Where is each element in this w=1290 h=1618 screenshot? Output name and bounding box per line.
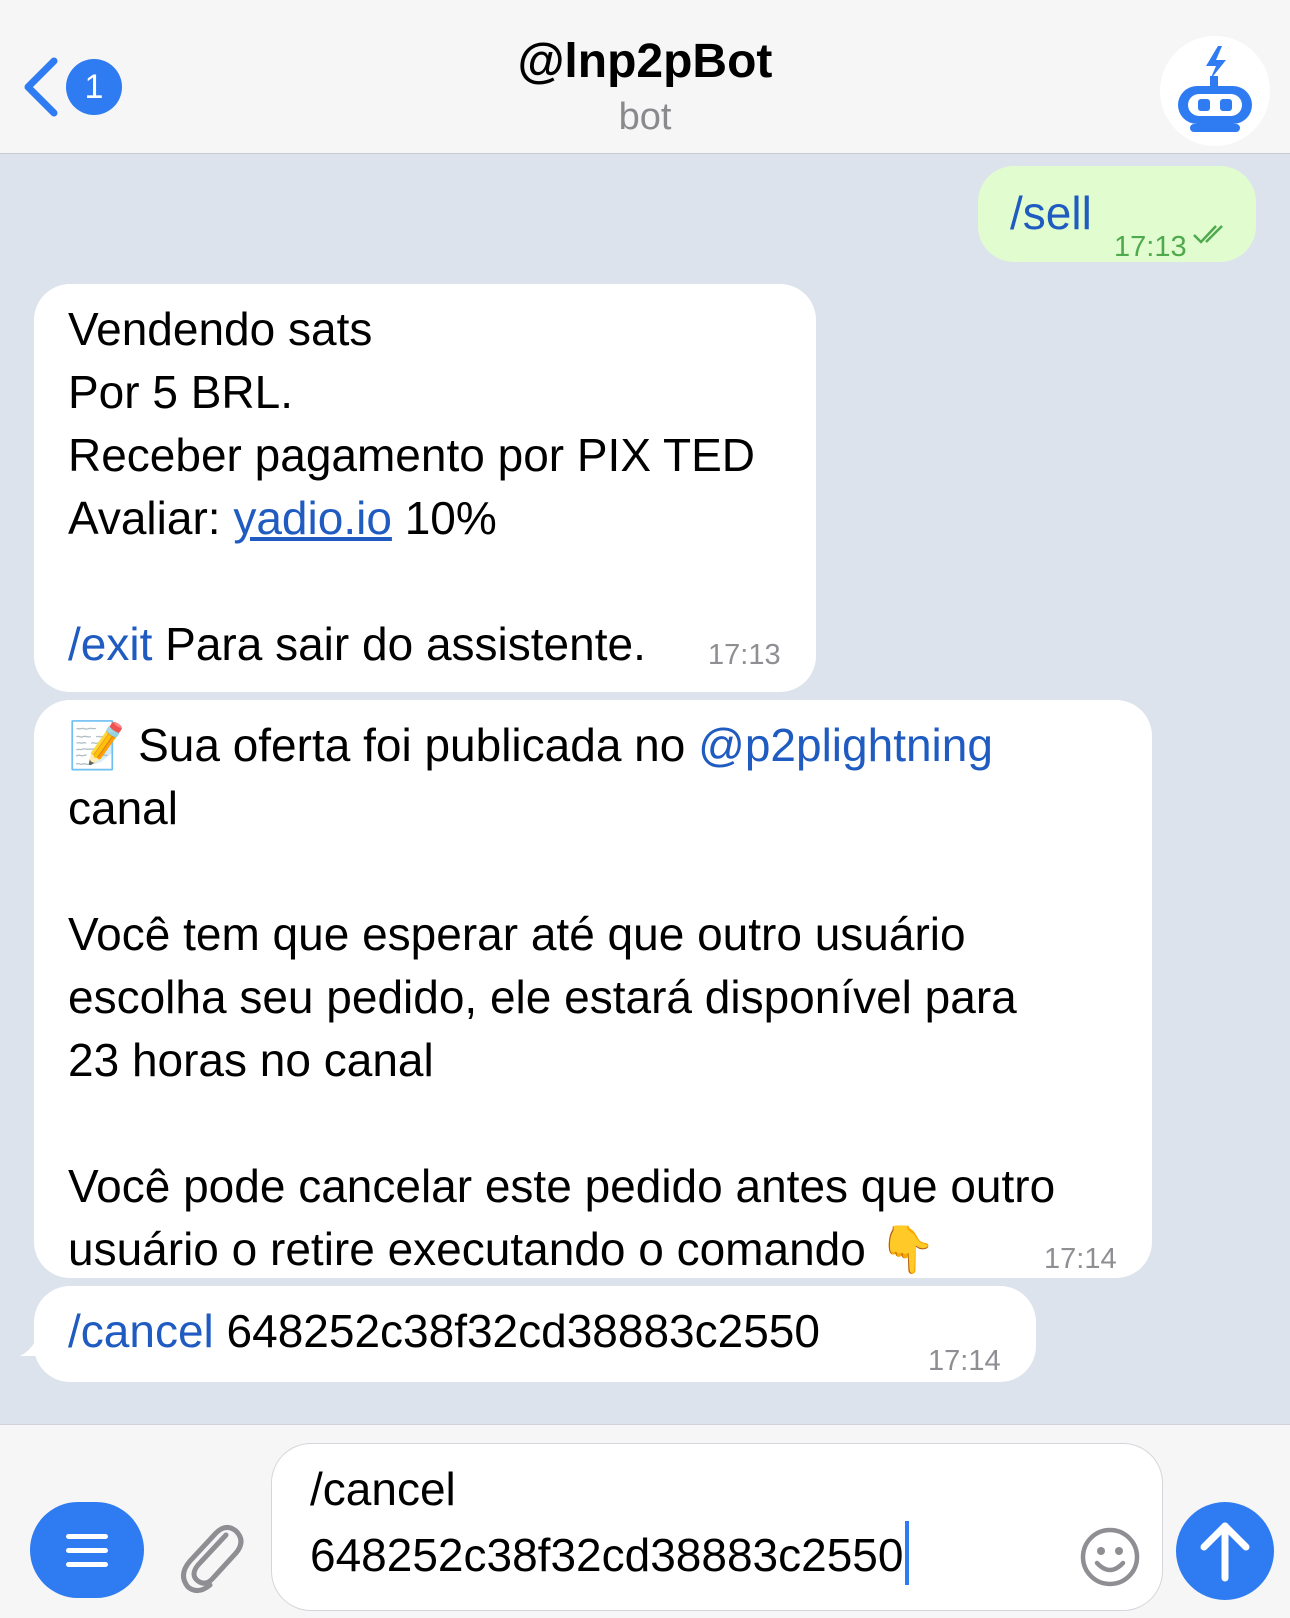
rate-label: Avaliar: <box>68 492 221 544</box>
double-check-icon <box>1193 225 1223 244</box>
cancel-paragraph: Você pode cancelar este pedido antes que… <box>68 1155 1108 1281</box>
channel-mention[interactable]: @p2plightning <box>698 719 993 771</box>
chat-subtitle: bot <box>618 96 672 138</box>
message-line: Avaliar: yadio.io 10% <box>68 487 816 550</box>
incoming-message: Vendendo sats Por 5 BRL. Receber pagamen… <box>34 284 816 692</box>
message-time: 17:14 <box>1044 1243 1117 1275</box>
wait-paragraph: Você tem que esperar até que outro usuár… <box>68 908 1017 1086</box>
bot-avatar[interactable] <box>1160 36 1270 146</box>
exit-text: Para sair do assistente. <box>165 618 646 670</box>
yadio-link[interactable]: yadio.io <box>233 492 392 544</box>
emoji-icon[interactable] <box>1078 1525 1142 1589</box>
send-button[interactable] <box>1176 1502 1274 1600</box>
message-command[interactable]: /sell <box>1010 182 1092 245</box>
cancel-command[interactable]: /cancel <box>68 1305 214 1357</box>
order-id: 648252c38f32cd38883c2550 <box>226 1305 820 1357</box>
message-list[interactable]: /sell 17:13 Vendendo sats Por 5 BRL. Rec… <box>0 154 1290 1424</box>
chat-title[interactable]: @lnp2pBot <box>0 34 1290 89</box>
message-input[interactable]: /cancel 648252c38f32cd38883c2550 <box>271 1443 1163 1611</box>
incoming-message: /cancel 648252c38f32cd38883c2550 17:14 <box>34 1286 1036 1382</box>
incoming-message: 📝 Sua oferta foi publicada no @p2plightn… <box>34 700 1152 1278</box>
outgoing-message[interactable]: /sell 17:13 <box>978 166 1256 263</box>
message-input-text[interactable]: /cancel 648252c38f32cd38883c2550 <box>310 1458 910 1587</box>
bot-avatar-icon <box>1178 46 1252 132</box>
message-time: 17:13 <box>708 639 781 671</box>
input-line-text: 648252c38f32cd38883c2550 <box>310 1529 904 1581</box>
chat-header: 1 @lnp2pBot bot <box>0 0 1290 154</box>
published-text: Sua oferta foi publicada no <box>138 719 686 771</box>
exit-command[interactable]: /exit <box>68 618 152 670</box>
text-caret <box>905 1521 910 1585</box>
rate-percent: 10% <box>404 492 497 544</box>
message-line: Por 5 BRL. <box>68 366 293 418</box>
message-line: 📝 Sua oferta foi publicada no @p2plightn… <box>68 714 1122 777</box>
message-line: /cancel 648252c38f32cd38883c2550 <box>68 1300 1036 1363</box>
menu-icon <box>66 1534 108 1567</box>
message-time: 17:13 <box>1114 231 1187 263</box>
menu-button[interactable] <box>30 1502 144 1598</box>
message-line: /exit Para sair do assistente. <box>68 613 816 676</box>
message-time: 17:14 <box>928 1345 1001 1377</box>
message-line: Vendendo sats <box>68 303 373 355</box>
memo-icon: 📝 <box>68 719 126 771</box>
paperclip-icon[interactable] <box>174 1515 246 1595</box>
input-line: /cancel <box>310 1463 456 1515</box>
send-arrow-icon <box>1200 1522 1250 1582</box>
message-line: canal <box>68 782 178 834</box>
pointing-down-icon: 👇 <box>878 1223 936 1275</box>
input-bar: /cancel 648252c38f32cd38883c2550 <box>0 1424 1290 1618</box>
message-line: Receber pagamento por PIX TED <box>68 429 755 481</box>
input-line: 648252c38f32cd38883c2550 <box>310 1521 910 1587</box>
